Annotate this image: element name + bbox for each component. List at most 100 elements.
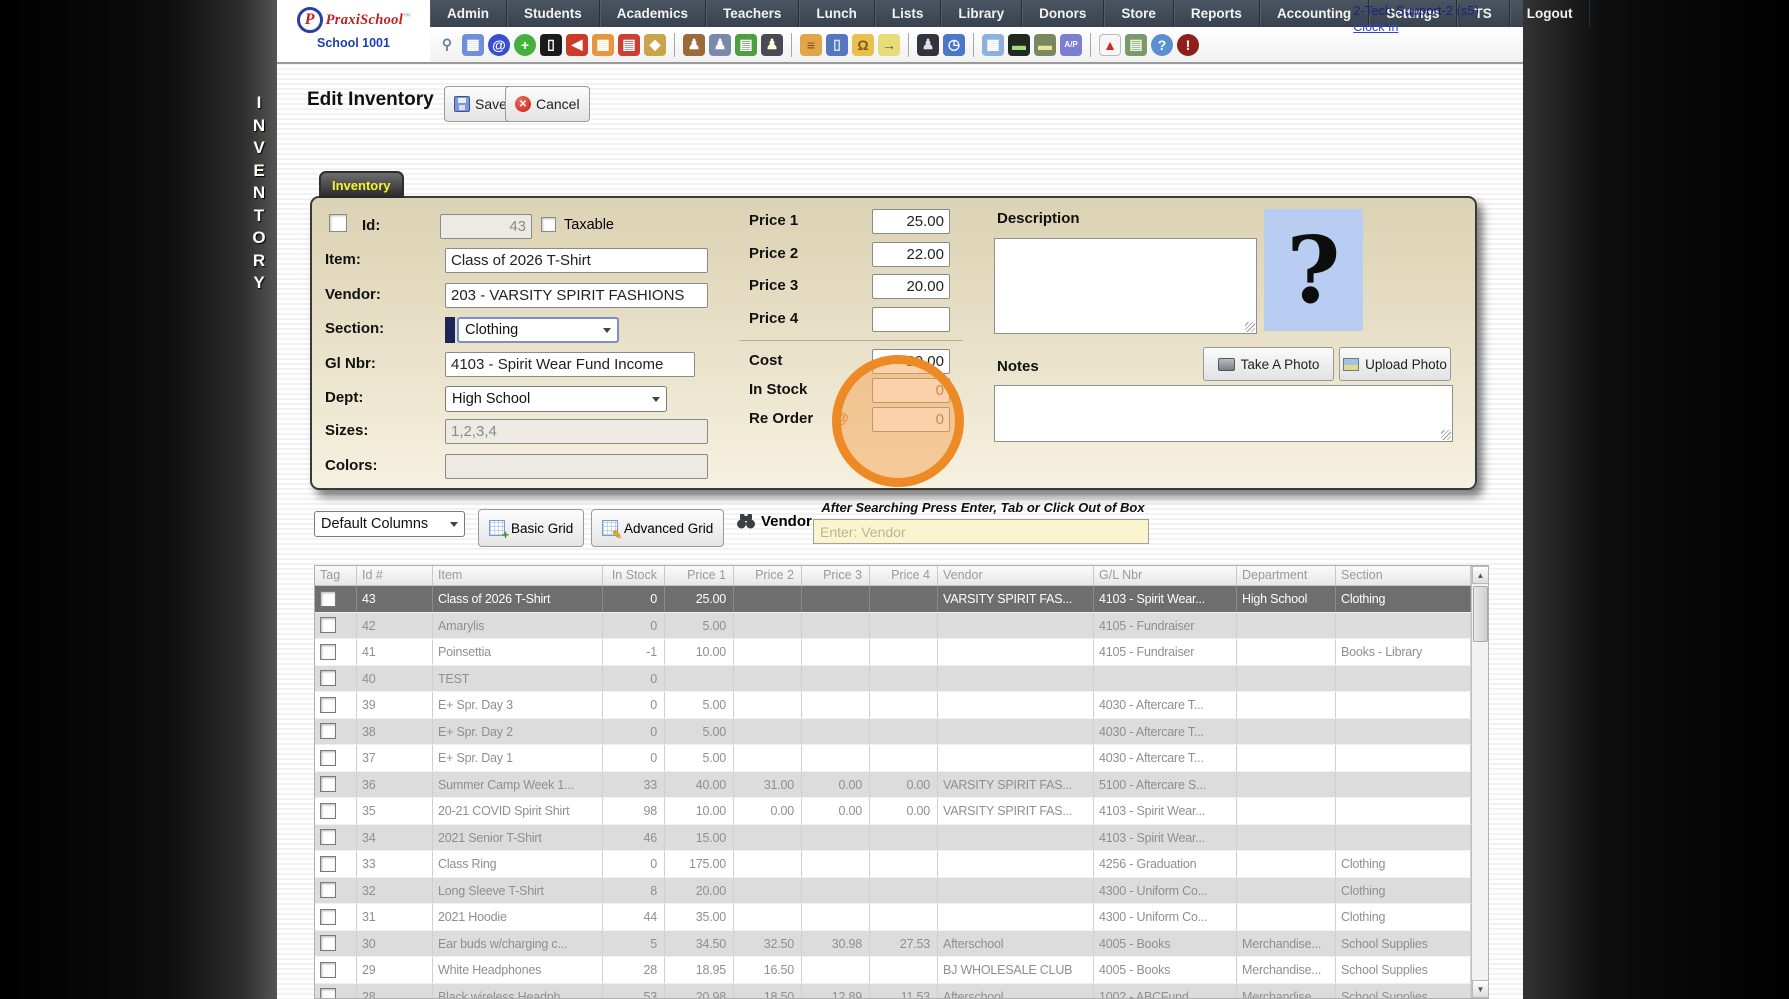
col-header-g-l-nbr[interactable]: G/L Nbr	[1094, 566, 1237, 585]
print-check-icon[interactable]: ▬	[1034, 34, 1056, 56]
check-card-icon[interactable]: ▬	[1008, 34, 1030, 56]
col-header-price-1[interactable]: Price 1	[665, 566, 734, 585]
clock-in-link[interactable]: Clock In	[1353, 20, 1398, 34]
row-tag-checkbox[interactable]	[320, 856, 336, 872]
table-row-43[interactable]: 43Class of 2026 T-Shirt025.00VARSITY SPI…	[315, 586, 1471, 613]
advanced-grid-button[interactable]: ✎ Advanced Grid	[591, 509, 724, 547]
vendor-field[interactable]	[445, 283, 708, 308]
price3-field[interactable]	[872, 274, 950, 299]
student-icon[interactable]: ♟	[709, 34, 731, 56]
row-tag-checkbox[interactable]	[320, 776, 336, 792]
in-stock-field[interactable]	[872, 378, 950, 403]
nav-item-reports[interactable]: Reports	[1174, 0, 1260, 27]
schedule-icon[interactable]: ▦	[592, 34, 614, 56]
staff-icon[interactable]: ♟	[917, 34, 939, 56]
colors-field[interactable]	[445, 454, 708, 479]
app-grid-icon[interactable]: ▦	[462, 34, 484, 56]
columns-select[interactable]: Default Columns	[314, 511, 465, 537]
nav-item-library[interactable]: Library	[941, 0, 1022, 27]
vendor-search-input[interactable]	[813, 519, 1149, 544]
row-tag-checkbox[interactable]	[320, 697, 336, 713]
alert-icon[interactable]: !	[1177, 34, 1199, 56]
section-select[interactable]: Clothing	[457, 317, 619, 343]
megaphone-icon[interactable]: ◆	[644, 34, 666, 56]
table-row-36[interactable]: 36Summer Camp Week 1...3340.0031.000.000…	[315, 772, 1471, 799]
basic-grid-button[interactable]: + Basic Grid	[478, 509, 584, 547]
calendar-icon[interactable]: ▤	[618, 34, 640, 56]
row-tag-checkbox[interactable]	[320, 617, 336, 633]
nav-item-students[interactable]: Students	[507, 0, 600, 27]
col-header-item[interactable]: Item	[433, 566, 603, 585]
col-header-tag[interactable]: Tag	[315, 566, 357, 585]
search-icon[interactable]: ⚲	[436, 34, 458, 56]
take-a-photo-button[interactable]: Take A Photo	[1203, 347, 1334, 381]
email-icon[interactable]: @	[488, 34, 510, 56]
nav-item-lunch[interactable]: Lunch	[799, 0, 875, 27]
table-row-40[interactable]: 40TEST0	[315, 666, 1471, 693]
row-tag-checkbox[interactable]	[320, 962, 336, 978]
row-tag-checkbox[interactable]	[320, 882, 336, 898]
nav-item-store[interactable]: Store	[1104, 0, 1174, 27]
table-row-42[interactable]: 42Amarylis05.004105 - Fundraiser	[315, 613, 1471, 640]
chat-add-icon[interactable]: +	[514, 34, 536, 56]
export-icon[interactable]: →	[878, 34, 900, 56]
nav-item-logout[interactable]: Logout	[1510, 0, 1591, 27]
price1-field[interactable]	[872, 209, 950, 234]
price2-field[interactable]	[872, 242, 950, 267]
sound-icon[interactable]: ◀	[566, 34, 588, 56]
notebook-icon[interactable]: ▯	[826, 34, 848, 56]
resize-handle-icon[interactable]	[1441, 430, 1451, 440]
add-student-icon[interactable]: ♟	[683, 34, 705, 56]
item-field[interactable]	[445, 248, 708, 273]
scroll-up-icon[interactable]: ▲	[1472, 566, 1489, 584]
table-row-31[interactable]: 312021 Hoodie4435.004300 - Uniform Co...…	[315, 904, 1471, 931]
family-icon[interactable]: ♟	[761, 34, 783, 56]
sizes-field[interactable]	[445, 419, 708, 444]
table-row-41[interactable]: 41Poinsettia-110.004105 - FundraiserBook…	[315, 639, 1471, 666]
col-header-price-2[interactable]: Price 2	[734, 566, 802, 585]
table-row-35[interactable]: 3520-21 COVID Spirit Shirt9810.000.000.0…	[315, 798, 1471, 825]
table-row-30[interactable]: 30Ear buds w/charging c...534.5032.5030.…	[315, 931, 1471, 958]
price4-field[interactable]	[872, 307, 950, 332]
col-header-section[interactable]: Section	[1336, 566, 1471, 585]
dept-select[interactable]: High School	[445, 386, 667, 412]
cancel-button[interactable]: ✕ Cancel	[505, 86, 590, 122]
row-tag-checkbox[interactable]	[320, 803, 336, 819]
scroll-down-icon[interactable]: ▼	[1472, 980, 1489, 998]
pdf-icon[interactable]: ▲	[1099, 34, 1121, 56]
re-order-field[interactable]	[872, 407, 950, 432]
logo-box[interactable]: P PraxiSchool™ School 1001	[277, 0, 430, 62]
nav-item-lists[interactable]: Lists	[875, 0, 942, 27]
nav-item-donors[interactable]: Donors	[1022, 0, 1104, 27]
tab-inventory[interactable]: Inventory	[319, 171, 404, 198]
row-tag-checkbox[interactable]	[320, 909, 336, 925]
row-tag-checkbox[interactable]	[320, 935, 336, 951]
table-row-39[interactable]: 39E+ Spr. Day 305.004030 - Aftercare T..…	[315, 692, 1471, 719]
clock-icon[interactable]: ◷	[943, 34, 965, 56]
table-row-37[interactable]: 37E+ Spr. Day 105.004030 - Aftercare T..…	[315, 745, 1471, 772]
report-grid-icon[interactable]: ▦	[982, 34, 1004, 56]
upload-photo-button[interactable]: Upload Photo	[1339, 347, 1451, 381]
row-tag-checkbox[interactable]	[320, 829, 336, 845]
mobile-icon[interactable]: ▯	[540, 34, 562, 56]
col-header-id[interactable]: Id #	[357, 566, 433, 585]
cost-field[interactable]	[872, 349, 950, 374]
gl-nbr-field[interactable]	[445, 352, 695, 377]
table-row-28[interactable]: 28Black wireless Headph...5320.9818.5012…	[315, 984, 1471, 999]
row-tag-checkbox[interactable]	[320, 988, 336, 999]
nav-item-teachers[interactable]: Teachers	[706, 0, 799, 27]
col-header-price-3[interactable]: Price 3	[802, 566, 870, 585]
help-icon[interactable]: ?	[1151, 34, 1173, 56]
nav-item-admin[interactable]: Admin	[430, 0, 507, 27]
row-tag-checkbox[interactable]	[320, 750, 336, 766]
table-row-29[interactable]: 29White Headphones2818.9516.50BJ WHOLESA…	[315, 957, 1471, 984]
table-row-32[interactable]: 32Long Sleeve T-Shirt820.004300 - Unifor…	[315, 878, 1471, 905]
lunch-icon[interactable]: ≡	[800, 34, 822, 56]
vertical-scrollbar[interactable]: ▲ ▼	[1471, 566, 1488, 998]
nav-item-academics[interactable]: Academics	[600, 0, 706, 27]
col-header-price-4[interactable]: Price 4	[870, 566, 938, 585]
id-field[interactable]	[440, 214, 532, 239]
col-header-in-stock[interactable]: In Stock	[603, 566, 665, 585]
description-textarea[interactable]	[994, 238, 1257, 334]
notes-textarea[interactable]	[994, 385, 1453, 442]
